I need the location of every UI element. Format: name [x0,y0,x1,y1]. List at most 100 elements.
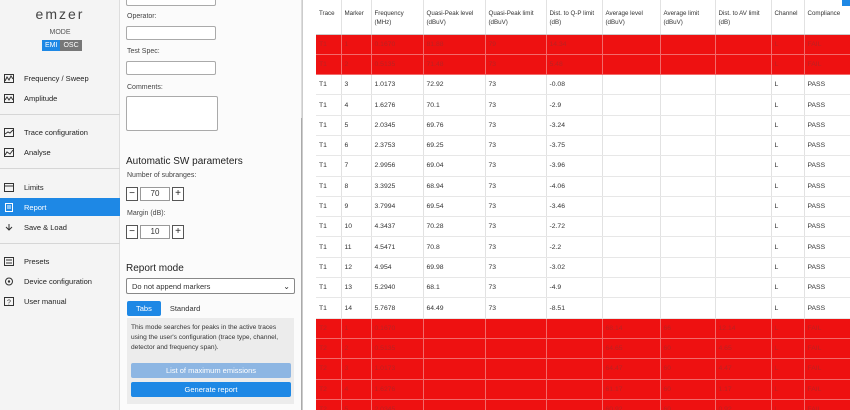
table-row[interactable]: T1 12 4.954 69.98 73 -3.02 L PASS [316,257,850,279]
column-header[interactable]: Trace [316,0,342,35]
column-header[interactable]: Channel [771,0,805,35]
operator-field[interactable] [126,26,216,40]
tab-tabs[interactable]: Tabs [127,301,161,316]
table-row[interactable]: T1 1 0.1670 81.88 79 14.34 L FAIL [316,34,850,55]
sidebar-item-report[interactable]: Report [0,198,120,216]
table-cell [660,257,716,279]
sidebar-item-device-configuration[interactable]: Device configuration [0,272,120,290]
test-spec-field[interactable] [126,61,216,75]
table-cell: T1 [316,196,342,218]
table-corner-indicator [842,0,850,6]
margin-plus-button[interactable]: + [172,224,184,239]
table-cell: 6 [341,135,372,157]
subranges-stepper[interactable]: − 70 + [126,186,184,201]
table-row[interactable]: T1 6 2.3753 69.25 73 -3.75 L PASS [316,135,850,157]
margin-stepper[interactable]: − 10 + [126,224,184,239]
table-cell: 73 [485,196,547,218]
table-row[interactable]: T2 5 2.0345 60.92 60 0.92 L FAIL [316,399,850,410]
table-cell: L [771,338,805,360]
column-header[interactable]: Dist. to Q-P limit (dB) [546,0,603,35]
table-cell [485,358,547,380]
table-cell [715,135,772,157]
mode-emi-button[interactable]: EMI [42,40,61,51]
column-header[interactable]: Average limit (dBuV) [660,0,716,35]
table-cell: 0.1670 [371,318,424,339]
mode-osc-button[interactable]: OSC [60,40,82,51]
tab-standard[interactable]: Standard [161,301,209,316]
subranges-plus-button[interactable]: + [172,186,184,201]
table-row[interactable]: T1 4 1.6276 70.1 73 -2.9 L PASS [316,94,850,116]
table-cell: 68.1 [423,277,486,299]
sidebar-item-user-manual[interactable]: ? User manual [0,292,120,310]
table-cell: 64.65 [602,338,661,360]
table-row[interactable]: T1 5 2.0345 69.76 73 -3.24 L PASS [316,115,850,136]
sidebar-item-frequency-sweep[interactable]: Frequency / Sweep [0,69,120,87]
column-header[interactable]: Average level (dBuV) [602,0,661,35]
subranges-minus-button[interactable]: − [126,186,138,201]
table-cell [715,74,772,96]
sidebar-item-analyse[interactable]: Analyse [0,143,120,161]
column-header[interactable]: Quasi-Peak level (dBuV) [423,0,486,35]
table-cell: 73 [485,277,547,299]
sidebar-item-presets[interactable]: Presets [0,252,120,270]
table-cell: 69.98 [423,257,486,279]
report-mode-select[interactable]: Do not append markers ⌄ [126,278,295,294]
list-max-emissions-button[interactable]: List of maximum emissions [131,363,291,378]
sidebar-item-label: Limits [24,182,44,192]
sidebar-item-amplitude[interactable]: Amplitude [0,89,120,107]
table-cell: 0.5135 [371,54,424,76]
generate-report-button[interactable]: Generate report [131,382,291,397]
table-cell: PASS [804,176,850,197]
table-cell: -2.9 [546,94,603,116]
table-row[interactable]: T1 10 4.3437 70.28 73 -2.72 L PASS [316,216,850,238]
comments-field[interactable] [126,96,218,131]
report-mode-description: This mode searches for peaks in the acti… [131,324,279,351]
sidebar-item-save-load[interactable]: Save & Load [0,218,120,236]
mode-toggle[interactable]: EMI OSC [42,40,82,51]
table-cell [423,399,486,410]
sidebar-item-label: Analyse [24,147,51,157]
table-row[interactable]: T2 3 1.0173 64.47 60 4.47 L FAIL [316,358,850,380]
column-header[interactable]: Dist. to AV limit (dB) [715,0,772,35]
table-cell: 2.0345 [371,399,424,410]
table-cell: FAIL [804,318,850,339]
help-icon: ? [4,296,14,306]
margin-minus-button[interactable]: − [126,224,138,239]
sidebar-item-trace-configuration[interactable]: Trace configuration [0,123,120,141]
table-row[interactable]: T1 7 2.9956 69.04 73 -3.96 L PASS [316,155,850,177]
table-cell: 73 [485,176,547,197]
table-cell [715,115,772,136]
auto-sw-heading: Automatic SW parameters [126,156,243,167]
table-cell: L [771,155,805,177]
subranges-value[interactable]: 70 [140,186,170,201]
column-header[interactable]: Quasi-Peak limit (dBuV) [485,0,547,35]
table-cell [660,297,716,319]
table-row[interactable]: T2 2 0.5135 64.65 60 4.65 L FAIL [316,338,850,360]
sidebar-divider [0,168,120,169]
table-row[interactable]: T1 13 5.2940 68.1 73 -4.9 L PASS [316,277,850,299]
table-cell [715,277,772,299]
table-row[interactable]: T1 9 3.7994 69.54 73 -3.46 L PASS [316,196,850,218]
amplitude-icon [4,93,14,103]
table-row[interactable]: T1 8 3.3925 68.94 73 -4.06 L PASS [316,176,850,197]
table-cell [602,155,661,177]
table-cell [602,196,661,218]
table-cell: 10 [341,216,372,238]
sidebar-item-limits[interactable]: Limits [0,178,120,196]
table-cell: 5.2940 [371,277,424,299]
table-cell: FAIL [804,399,850,410]
column-header[interactable]: Marker [341,0,372,35]
table-cell: T2 [316,358,342,380]
table-cell: 1.17 [715,379,772,400]
table-row[interactable]: T1 2 0.5135 71.48 73 5.48 L FAIL [316,54,850,76]
column-header[interactable]: Frequency (MHz) [371,0,424,35]
margin-value[interactable]: 10 [140,224,170,239]
title-field[interactable] [126,0,216,6]
table-row[interactable]: T1 3 1.0173 72.92 73 -0.08 L PASS [316,74,850,96]
table-row[interactable]: T1 14 5.7678 64.49 73 -8.51 L PASS [316,297,850,319]
table-row[interactable]: T2 4 1.6276 61.17 60 1.17 L FAIL [316,379,850,400]
table-cell: PASS [804,216,850,238]
table-row[interactable]: T2 1 0.1670 68.14 66 12.14 L FAIL [316,318,850,339]
table-row[interactable]: T1 11 4.5471 70.8 73 -2.2 L PASS [316,236,850,258]
table-cell [602,236,661,258]
